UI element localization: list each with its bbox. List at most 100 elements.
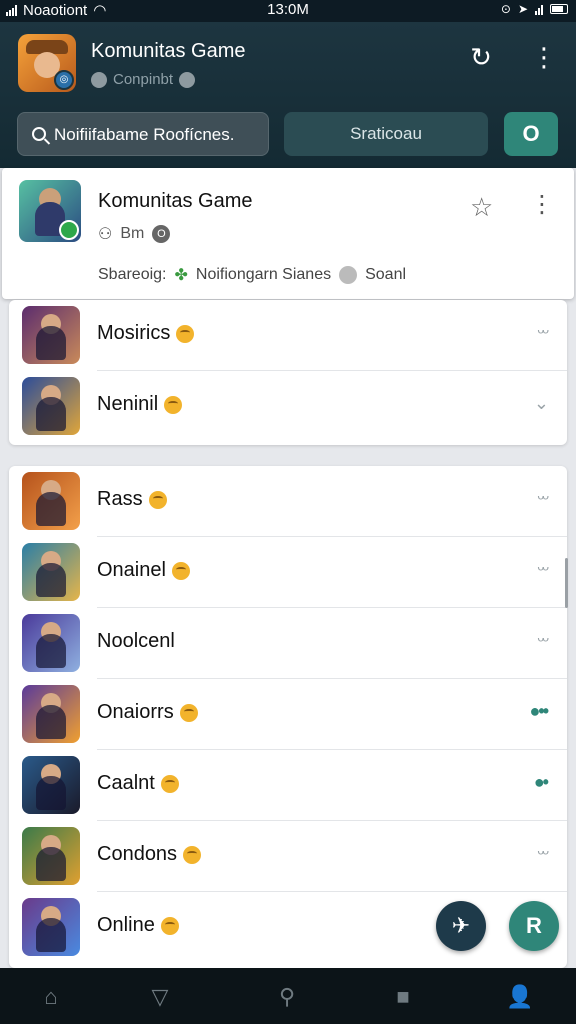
game-name: Online <box>97 914 155 936</box>
featured-more-icon[interactable]: ⋮ <box>530 190 554 219</box>
game-name-row: Noolcenl <box>97 630 175 653</box>
featured-community-card[interactable]: Komunitas Game ⚇ Bm O Sbareoig: ✤ Noifio… <box>2 168 574 299</box>
compose-icon: R <box>526 913 542 938</box>
game-thumbnail <box>22 306 80 364</box>
featured-description: Sbareoig: ✤ Noifiongarn Sianes Soanl <box>98 265 406 285</box>
square-icon[interactable]: ■ <box>388 982 418 1012</box>
list-item[interactable]: Onaiorrs ●•• <box>9 679 567 750</box>
expand-chevron-icon[interactable]: ᵕᵕ <box>537 630 549 651</box>
game-name: Onaiorrs <box>97 701 174 723</box>
active-indicator-icon[interactable]: ●•• <box>530 701 550 722</box>
list-item[interactable]: Rass ᵕᵕ <box>9 466 567 537</box>
game-name-row: Online <box>97 914 179 937</box>
community-avatar[interactable]: ◎ <box>18 34 76 92</box>
game-name-row: Condons <box>97 843 202 866</box>
expand-chevron-icon[interactable]: ᵕᵕ <box>537 559 549 580</box>
expand-chevron-icon[interactable]: ⌄ <box>534 393 549 414</box>
header-subtitle-text: Conpinbt <box>113 71 174 88</box>
game-name: Condons <box>97 843 178 865</box>
scrollbar[interactable] <box>565 558 568 608</box>
home-icon[interactable]: ⌂ <box>36 982 66 1012</box>
search-icon[interactable]: ⚲ <box>272 982 302 1012</box>
header-title: Komunitas Game <box>91 40 246 62</box>
status-bar: Noaotiont ◠ 13:0M ⊙ ➤ <box>0 0 576 22</box>
meta-badge: O <box>152 225 171 243</box>
location-icon: ➤ <box>517 2 528 16</box>
emoji-icon <box>179 703 198 722</box>
share-fab-button[interactable]: ✈ <box>436 901 486 951</box>
featured-desc-prefix: Sbareoig: <box>98 266 167 283</box>
cell-signal-icon <box>535 4 543 15</box>
refresh-icon[interactable]: ↻ <box>466 42 496 72</box>
share-icon: ✈ <box>451 913 471 938</box>
game-name-row: Neninil <box>97 393 183 416</box>
status-time: 13:0M <box>267 1 309 18</box>
game-name: Noolcenl <box>97 630 175 652</box>
game-thumbnail <box>22 377 80 435</box>
action-button[interactable]: Sraticoau <box>284 112 488 156</box>
list-item[interactable]: Caalnt ●• <box>9 750 567 821</box>
game-thumbnail <box>22 543 80 601</box>
search-icon <box>32 126 46 141</box>
expand-chevron-icon[interactable]: ᵕᵕ <box>537 488 549 509</box>
list-item[interactable]: Mosirics ᵕᵕ <box>9 300 567 371</box>
emoji-icon <box>160 916 179 935</box>
bottom-navigation: ⌂ ▽ ⚲ ■ 👤 <box>0 968 576 1024</box>
leaf-icon: ✤ <box>174 267 188 284</box>
featured-desc-middle: Noifiongarn Sianes <box>195 266 332 283</box>
alarm-icon: ⊙ <box>500 2 511 16</box>
featured-meta: ⚇ Bm O <box>98 224 171 244</box>
search-input[interactable]: Noifiifabame Roofícnes. <box>17 112 269 156</box>
featured-avatar <box>19 180 81 242</box>
settings-dot-icon <box>179 71 196 88</box>
game-thumbnail <box>22 827 80 885</box>
filter-icon[interactable]: ▽ <box>145 982 175 1012</box>
emoji-icon <box>171 561 190 580</box>
game-name: Onainel <box>97 559 166 581</box>
game-thumbnail <box>22 685 80 743</box>
toggle-icon <box>339 266 358 284</box>
action-icon-button[interactable]: O <box>504 112 558 156</box>
game-thumbnail <box>22 472 80 530</box>
game-name-row: Caalnt <box>97 772 179 795</box>
search-placeholder: Noifiifabame Roofícnes. <box>54 125 235 144</box>
featured-title: Komunitas Game <box>98 190 253 212</box>
emoji-icon <box>148 490 167 509</box>
game-name: Mosirics <box>97 322 171 344</box>
emoji-icon <box>160 774 179 793</box>
active-indicator-icon[interactable]: ●• <box>534 772 549 793</box>
verified-icon: ◎ <box>54 70 74 90</box>
list-item[interactable]: Neninil ⌄ <box>9 371 567 442</box>
game-thumbnail <box>22 614 80 672</box>
game-thumbnail <box>22 898 80 956</box>
game-name-row: Rass <box>97 488 167 511</box>
online-badge-icon <box>59 220 79 240</box>
header-subtitle: Conpinbt <box>91 71 196 88</box>
status-right: ⊙ ➤ <box>501 2 568 16</box>
game-name-row: Onaiorrs <box>97 701 198 724</box>
list-item[interactable]: Noolcenl ᵕᵕ <box>9 608 567 679</box>
status-dot-icon <box>91 71 107 88</box>
game-list-card-a: Mosirics ᵕᵕ Neninil ⌄ <box>9 300 567 445</box>
profile-icon[interactable]: 👤 <box>505 982 535 1012</box>
featured-desc-suffix: Soanl <box>365 266 407 283</box>
favorite-star-icon[interactable]: ☆ <box>470 192 493 223</box>
emoji-icon <box>164 395 183 414</box>
list-item[interactable]: Condons ᵕᵕ <box>9 821 567 892</box>
game-thumbnail <box>22 756 80 814</box>
compose-fab-button[interactable]: R <box>509 901 559 951</box>
game-name: Neninil <box>97 393 159 415</box>
game-name-row: Mosirics <box>97 322 195 345</box>
app-header: ◎ Komunitas Game Conpinbt ↻ ⋮ Noifiifaba… <box>0 22 576 168</box>
expand-chevron-icon[interactable]: ᵕᵕ <box>537 322 549 343</box>
more-menu-icon[interactable]: ⋮ <box>529 42 559 72</box>
game-name: Caalnt <box>97 772 155 794</box>
emoji-icon <box>183 845 202 864</box>
emoji-icon <box>176 324 195 343</box>
list-item[interactable]: Onainel ᵕᵕ <box>9 537 567 608</box>
featured-meta-text: Bm <box>120 225 145 242</box>
members-icon: ⚇ <box>98 226 113 243</box>
game-name-row: Onainel <box>97 559 190 582</box>
expand-chevron-icon[interactable]: ᵕᵕ <box>537 843 549 864</box>
game-name: Rass <box>97 488 143 510</box>
